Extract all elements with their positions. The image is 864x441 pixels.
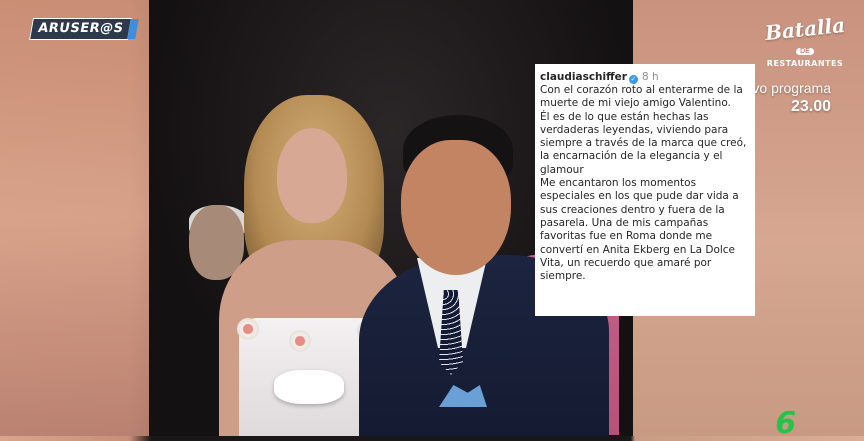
caption-line: Con el corazón roto al enterarme de la [540, 84, 743, 96]
caption-line: Él es de lo que están hechas las [540, 110, 709, 123]
dress-flower-center [289, 330, 311, 352]
dress-flower-left [237, 318, 259, 340]
caption-line: glamour [540, 163, 584, 176]
brand-de: DE [796, 48, 814, 55]
brand-title: Batalla [763, 12, 847, 46]
caption-line: Me encantaron los momentos [540, 177, 697, 190]
caption-line: la encarnación de la elegancia y el [540, 150, 723, 163]
caption-line: favoritas fue en Roma donde me [540, 230, 713, 243]
caption-line: sus creaciones dentro y fuera de la [540, 203, 725, 216]
dress-bow [274, 370, 344, 404]
caption-line: verdaderas leyendas, viviendo para [540, 123, 729, 136]
caption-line: pasarela. Una de mis campañas [540, 216, 709, 229]
man-face [401, 140, 511, 275]
woman-face [277, 128, 347, 223]
program-brand: Batalla DE RESTAURANTES [760, 13, 850, 76]
channel-logo: 6 [772, 406, 800, 441]
caption-line: Vita, un recuerdo que amaré por [540, 256, 712, 269]
post-time: 8 h [641, 71, 659, 83]
caption-line: especiales en los que pude dar vida a [540, 190, 739, 203]
show-logo: ARUSER@S [29, 18, 133, 40]
caption-line: siempre a través de la marca que creó, [540, 137, 747, 150]
caption-line: siempre. [540, 270, 586, 283]
left-blurred-background [0, 0, 150, 436]
instagram-caption-card: claudiaschiffer ✓ 8 h Con el corazón roto … [535, 64, 755, 316]
caption-paragraph-1: Con el corazón roto al enterarme de la m… [540, 84, 750, 177]
verified-badge-icon: ✓ [628, 75, 638, 84]
post-header: claudiaschiffer ✓ 8 h [540, 71, 750, 84]
caption-paragraph-2: Me encantaron los momentos especiales en… [540, 177, 750, 283]
brand-subtitle: RESTAURANTES [766, 59, 844, 68]
caption-line: convertí en Anita Ekberg en La Dolce [540, 243, 736, 256]
caption-line: muerte de mi viejo amigo Valentino. [540, 97, 731, 110]
post-username: claudiaschiffer [540, 71, 627, 83]
